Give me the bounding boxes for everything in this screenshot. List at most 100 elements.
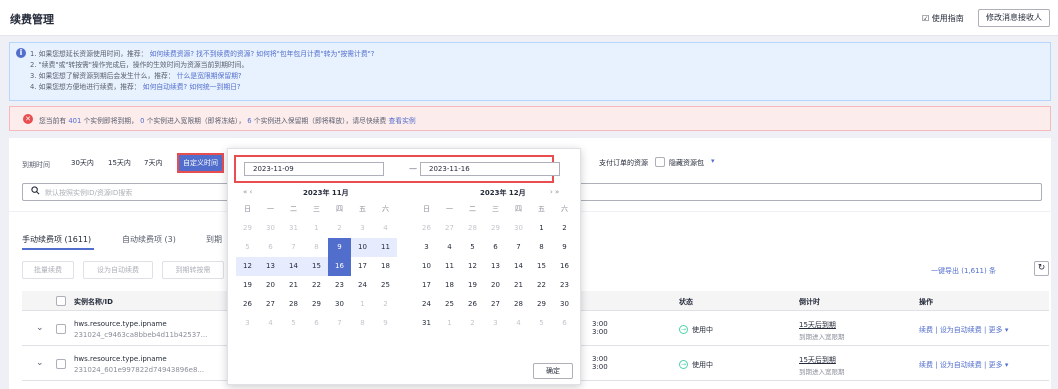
calendar-day[interactable]: 5 bbox=[461, 238, 484, 257]
calendar-day[interactable]: 4 bbox=[438, 238, 461, 257]
calendar-day[interactable]: 8 bbox=[305, 238, 328, 257]
tip-link-not-found[interactable]: 找不到续费的资源? bbox=[196, 50, 254, 58]
expand-chevron-icon[interactable]: ⌄ bbox=[36, 323, 44, 333]
calendar-day[interactable]: 30 bbox=[507, 219, 530, 238]
calendar-day[interactable]: 19 bbox=[236, 276, 259, 295]
export-link[interactable]: 一键导出 (1,611) 条 bbox=[931, 266, 996, 276]
batch-renew-button[interactable]: 批量续费 bbox=[22, 261, 74, 279]
calendar-day[interactable]: 9 bbox=[553, 238, 576, 257]
set-ondemand-button[interactable]: 到期转按需 bbox=[162, 261, 224, 279]
tab-auto-renew[interactable]: 自动续费项 (3) bbox=[122, 234, 176, 245]
calendar-day[interactable]: 24 bbox=[351, 276, 374, 295]
calendar-day[interactable]: 22 bbox=[305, 276, 328, 295]
filter-15-days[interactable]: 15天内 bbox=[108, 158, 131, 168]
calendar-day[interactable]: 15 bbox=[530, 257, 553, 276]
calendar-day[interactable]: 2 bbox=[328, 219, 351, 238]
calendar-day[interactable]: 5 bbox=[282, 314, 305, 333]
calendar-day[interactable]: 2 bbox=[461, 314, 484, 333]
filter-custom-time[interactable]: 自定义时间 bbox=[177, 153, 224, 173]
calendar-day[interactable]: 1 bbox=[351, 295, 374, 314]
calendar-day[interactable]: 17 bbox=[415, 276, 438, 295]
calendar-day[interactable]: 26 bbox=[461, 295, 484, 314]
calendar-day[interactable]: 15 bbox=[305, 257, 328, 276]
user-guide-link[interactable]: ☑ 使用指南 bbox=[922, 13, 964, 24]
calendar-day[interactable]: 12 bbox=[236, 257, 259, 276]
calendar-day[interactable]: 29 bbox=[484, 219, 507, 238]
calendar-day[interactable]: 20 bbox=[484, 276, 507, 295]
calendar-day[interactable]: 4 bbox=[507, 314, 530, 333]
prev-year-month-icon[interactable]: « ‹ bbox=[243, 188, 252, 196]
tip-link-convert[interactable]: 如何将"包年包月计费"转为"按需计费"? bbox=[256, 50, 374, 58]
calendar-day[interactable]: 1 bbox=[530, 219, 553, 238]
set-auto-renew-button[interactable]: 设为自动续费 bbox=[83, 261, 153, 279]
expand-chevron-icon[interactable]: ⌄ bbox=[36, 358, 44, 368]
calendar-day[interactable]: 18 bbox=[438, 276, 461, 295]
calendar-day[interactable]: 2 bbox=[553, 219, 576, 238]
calendar-day[interactable]: 30 bbox=[553, 295, 576, 314]
count-retain-link[interactable]: 6 bbox=[247, 117, 251, 125]
calendar-day[interactable]: 19 bbox=[461, 276, 484, 295]
calendar-day[interactable]: 13 bbox=[259, 257, 282, 276]
calendar-day[interactable]: 23 bbox=[328, 276, 351, 295]
calendar-day[interactable]: 3 bbox=[351, 219, 374, 238]
row-checkbox[interactable] bbox=[56, 359, 66, 369]
calendar-day[interactable]: 11 bbox=[374, 238, 397, 257]
end-date-input[interactable]: 2023-11-16 bbox=[420, 162, 560, 176]
count-expire-link[interactable]: 401 bbox=[68, 117, 81, 125]
calendar-day[interactable]: 8 bbox=[351, 314, 374, 333]
calendar-day[interactable]: 9 bbox=[374, 314, 397, 333]
calendar-day[interactable]: 29 bbox=[236, 219, 259, 238]
calendar-day[interactable]: 16 bbox=[553, 257, 576, 276]
calendar-day[interactable]: 25 bbox=[374, 276, 397, 295]
calendar-day[interactable]: 7 bbox=[328, 314, 351, 333]
modify-receiver-button[interactable]: 修改消息接收人 bbox=[978, 9, 1050, 27]
calendar-day[interactable]: 29 bbox=[305, 295, 328, 314]
calendar-day[interactable]: 24 bbox=[415, 295, 438, 314]
calendar-day[interactable]: 14 bbox=[507, 257, 530, 276]
calendar-day[interactable]: 3 bbox=[236, 314, 259, 333]
more-link[interactable]: 更多 bbox=[989, 361, 1003, 369]
calendar-day[interactable]: 23 bbox=[553, 276, 576, 295]
calendar-day[interactable]: 4 bbox=[374, 219, 397, 238]
calendar-day[interactable]: 1 bbox=[438, 314, 461, 333]
hide-packages-checkbox[interactable] bbox=[655, 157, 665, 167]
calendar-day[interactable]: 28 bbox=[507, 295, 530, 314]
calendar-day[interactable]: 6 bbox=[553, 314, 576, 333]
calendar-day[interactable]: 27 bbox=[484, 295, 507, 314]
calendar-day[interactable]: 18 bbox=[374, 257, 397, 276]
start-date-input[interactable]: 2023-11-09 bbox=[244, 162, 384, 176]
tip-link-unify[interactable]: 如何统一到期日? bbox=[189, 83, 240, 91]
tip-link-how-renew[interactable]: 如何续费资源? bbox=[150, 50, 194, 58]
calendar-day[interactable]: 7 bbox=[282, 238, 305, 257]
calendar-day[interactable]: 28 bbox=[461, 219, 484, 238]
row-checkbox[interactable] bbox=[56, 324, 66, 334]
more-link[interactable]: 更多 bbox=[989, 326, 1003, 334]
calendar-day[interactable]: 7 bbox=[507, 238, 530, 257]
calendar-day[interactable]: 1 bbox=[305, 219, 328, 238]
select-all-checkbox[interactable] bbox=[56, 296, 66, 306]
calendar-day[interactable]: 16 bbox=[328, 257, 351, 276]
calendar-day[interactable]: 26 bbox=[236, 295, 259, 314]
calendar-day[interactable]: 31 bbox=[282, 219, 305, 238]
calendar-day[interactable]: 27 bbox=[259, 295, 282, 314]
set-auto-link[interactable]: 设为自动续费 bbox=[940, 361, 982, 369]
calendar-day[interactable]: 28 bbox=[282, 295, 305, 314]
refresh-icon[interactable]: ↻ bbox=[1034, 261, 1049, 276]
calendar-day[interactable]: 14 bbox=[282, 257, 305, 276]
filter-7-days[interactable]: 7天内 bbox=[144, 158, 162, 168]
calendar-day[interactable]: 2 bbox=[374, 295, 397, 314]
calendar-day[interactable]: 11 bbox=[438, 257, 461, 276]
calendar-day[interactable]: 5 bbox=[236, 238, 259, 257]
tip-link-auto[interactable]: 如何自动续费? bbox=[143, 83, 187, 91]
calendar-day[interactable]: 12 bbox=[461, 257, 484, 276]
tab-expire[interactable]: 到期 bbox=[206, 234, 222, 245]
calendar-day[interactable]: 3 bbox=[484, 314, 507, 333]
calendar-day[interactable]: 10 bbox=[415, 257, 438, 276]
calendar-day[interactable]: 3 bbox=[415, 238, 438, 257]
calendar-day[interactable]: 30 bbox=[259, 219, 282, 238]
pay-order-filter[interactable]: 支付订单的资源 bbox=[599, 158, 648, 168]
calendar-day[interactable]: 6 bbox=[305, 314, 328, 333]
calendar-day[interactable]: 6 bbox=[484, 238, 507, 257]
calendar-day[interactable]: 27 bbox=[438, 219, 461, 238]
chevron-down-icon[interactable]: ▾ bbox=[711, 157, 715, 165]
